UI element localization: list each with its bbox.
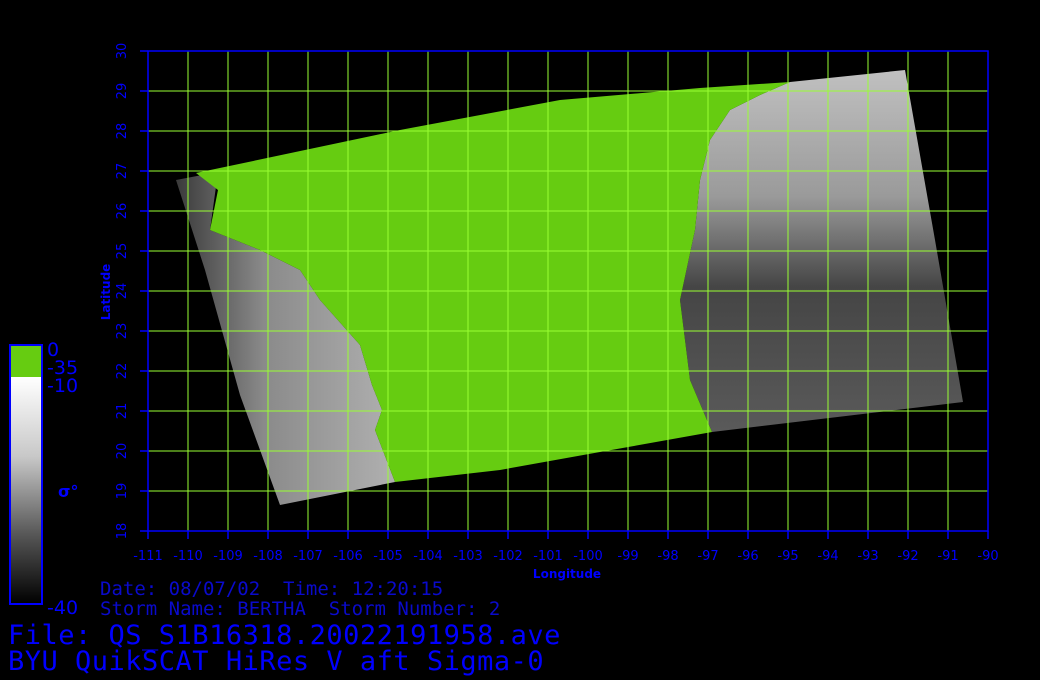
longitude-tick-label: -100 bbox=[573, 549, 603, 564]
product-title-line: BYU QuikSCAT HiRes V aft Sigma-0 bbox=[8, 646, 545, 677]
longitude-tick-label: -99 bbox=[617, 549, 638, 564]
latitude-tick-label: 18 bbox=[115, 523, 130, 540]
longitude-tick-label: -103 bbox=[453, 549, 483, 564]
longitude-tick-label: -104 bbox=[413, 549, 443, 564]
latitude-tick-label: 23 bbox=[115, 323, 130, 340]
longitude-tick-label: -110 bbox=[173, 549, 203, 564]
latitude-tick-label: 24 bbox=[115, 283, 130, 300]
longitude-tick-label: -107 bbox=[293, 549, 323, 564]
longitude-tick-label: -108 bbox=[253, 549, 283, 564]
longitude-tick-label: -94 bbox=[817, 549, 838, 564]
longitude-tick-label: -95 bbox=[777, 549, 798, 564]
longitude-axis-label: Longitude bbox=[533, 567, 601, 581]
longitude-tick-label: -109 bbox=[213, 549, 243, 564]
colorbar-upper-label: -10 bbox=[47, 375, 78, 397]
longitude-tick-label: -90 bbox=[977, 549, 998, 564]
colorbar-quantity-label: σ° bbox=[58, 482, 78, 501]
colorbar-mask-swatch bbox=[10, 345, 42, 377]
latitude-tick-label: 26 bbox=[115, 203, 130, 220]
latitude-tick-label: 20 bbox=[115, 443, 130, 460]
swath-image bbox=[176, 70, 963, 505]
colorbar-bottom-label: -40 bbox=[47, 597, 78, 619]
longitude-tick-label: -102 bbox=[493, 549, 523, 564]
longitude-tick-label: -106 bbox=[333, 549, 363, 564]
longitude-tick-label: -97 bbox=[697, 549, 718, 564]
storm-info-line: Storm Name: BERTHA Storm Number: 2 bbox=[100, 598, 501, 620]
latitude-tick-label: 29 bbox=[115, 83, 130, 100]
latitude-tick-label: 30 bbox=[115, 43, 130, 60]
latitude-tick-label: 27 bbox=[115, 163, 130, 180]
longitude-tick-label: -96 bbox=[737, 549, 758, 564]
latitude-tick-label: 25 bbox=[115, 243, 130, 260]
longitude-tick-label: -101 bbox=[533, 549, 563, 564]
longitude-tick-label: -105 bbox=[373, 549, 403, 564]
colorbar-gradient bbox=[10, 377, 42, 604]
latitude-tick-label: 22 bbox=[115, 363, 130, 380]
longitude-tick-label: -93 bbox=[857, 549, 878, 564]
longitude-tick-label: -91 bbox=[937, 549, 958, 564]
longitude-tick-label: -98 bbox=[657, 549, 678, 564]
longitude-tick-label: -111 bbox=[133, 549, 163, 564]
longitude-tick-label: -92 bbox=[897, 549, 918, 564]
latitude-tick-label: 28 bbox=[115, 123, 130, 140]
colorbar: 0 -35 -10 -40 σ° bbox=[9, 339, 78, 619]
latitude-tick-label: 19 bbox=[115, 483, 130, 500]
latitude-tick-label: 21 bbox=[115, 403, 130, 420]
latitude-axis-label: Latitude bbox=[99, 264, 113, 321]
date-time-line: Date: 08/07/02 Time: 12:20:15 bbox=[100, 578, 444, 600]
